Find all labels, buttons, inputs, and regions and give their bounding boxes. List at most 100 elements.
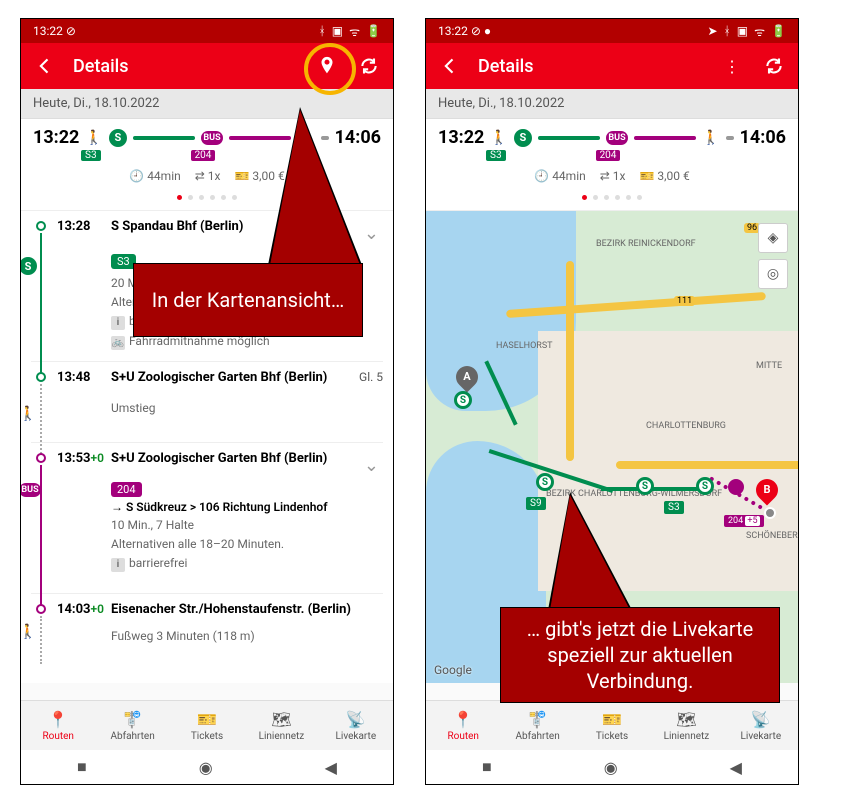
sbahn-icon: S <box>514 129 532 147</box>
nav-liniennetz[interactable]: 🗺Liniennetz <box>244 701 318 750</box>
segment-bus <box>634 136 696 140</box>
walk-icon: 🚶 <box>490 130 507 146</box>
refresh-button[interactable] <box>355 52 383 80</box>
segment-sbahn <box>538 136 600 140</box>
delay-badge: +0 <box>91 451 104 465</box>
map-toggle-button[interactable] <box>313 52 341 80</box>
map-end-dot <box>764 507 776 519</box>
back-button[interactable] <box>436 52 464 80</box>
nav-recent-icon[interactable]: ■ <box>482 757 492 777</box>
nav-home-icon[interactable]: ◉ <box>604 758 618 777</box>
nav-recent-icon[interactable]: ■ <box>77 757 87 777</box>
map-pin-start[interactable]: A <box>451 361 482 392</box>
nav-back-icon[interactable]: ◀ <box>325 758 337 777</box>
livemap-icon: 📡 <box>751 710 771 729</box>
departures-icon: 🚏 <box>528 710 548 729</box>
line-204-tag: 204 <box>596 150 621 161</box>
walk-icon: 🚶 <box>702 130 719 146</box>
status-time: 13:22 ⊘ ● <box>438 24 491 38</box>
itinerary-leg[interactable]: 14:03+0 Eisenacher Str./Hohenstaufenstr.… <box>21 594 393 652</box>
appbar-title: Details <box>73 56 299 77</box>
walk-mode-icon: 🚶 <box>21 624 36 640</box>
duration: 🕘 44min <box>129 169 180 183</box>
segment-walk <box>726 136 734 140</box>
duration: 🕘 44min <box>534 169 585 183</box>
line-label-s9: S9 <box>526 497 546 510</box>
platform: Gl. 5 <box>359 370 383 384</box>
nav-livekarte[interactable]: 📡Livekarte <box>319 701 393 750</box>
leg-time: 13:28 <box>57 219 111 357</box>
line-tag-204: 204 <box>111 482 142 497</box>
routes-icon: 📍 <box>453 710 473 729</box>
android-navbar: ■ ◉ ◀ <box>426 750 798 784</box>
app-bar: Details <box>21 43 393 89</box>
nav-tickets[interactable]: 🎫Tickets <box>575 701 649 750</box>
map-pin-end[interactable]: B <box>751 474 782 505</box>
map-sbahn-marker[interactable]: S <box>696 477 714 495</box>
trip-stats: 🕘 44min ⇄ 1x 🎫 3,00 € <box>438 161 786 191</box>
trip-summary[interactable]: 13:22 🚶 S BUS 🚶 14:06 S3 204 🕘 44min ⇄ 1… <box>426 119 798 211</box>
nav-livekarte[interactable]: 📡Livekarte <box>724 701 798 750</box>
line-s3-tag: S3 <box>486 150 506 161</box>
map-layers-button[interactable]: ◈ <box>758 223 788 253</box>
callout-text: … gibt's jetzt die Livekarte speziell zu… <box>500 607 780 703</box>
district-label: BEZIRK REINICKENDORF <box>596 239 696 249</box>
nav-abfahrten[interactable]: 🚏Abfahrten <box>500 701 574 750</box>
bus-icon: BUS <box>606 131 628 145</box>
transfers: ⇄ 1x <box>195 169 221 183</box>
status-icons: ᚼ ▣ ᯤ 🔋 <box>319 23 381 40</box>
expand-chevron-icon[interactable]: ⌄ <box>360 451 383 589</box>
line-label-204: 204 +5 <box>724 515 764 527</box>
district-label: HASELHORST <box>496 341 553 351</box>
sbahn-mode-icon: S <box>21 257 37 275</box>
bluetooth-icon: ᚼ <box>319 24 326 38</box>
info-icon: i <box>111 316 125 330</box>
nav-routen[interactable]: 📍Routen <box>21 701 95 750</box>
itinerary-leg[interactable]: 13:53+0 S+U Zoologischer Garten Bhf (Ber… <box>21 443 393 593</box>
more-button[interactable]: ⋮ <box>718 52 746 80</box>
nav-home-icon[interactable]: ◉ <box>199 758 213 777</box>
map-sbahn-marker[interactable]: S <box>536 473 554 491</box>
departures-icon: 🚏 <box>123 710 143 729</box>
transfer-label: Umstieg <box>111 385 383 418</box>
nav-back-icon[interactable]: ◀ <box>730 758 742 777</box>
callout-text: In der Kartenansicht… <box>133 263 363 337</box>
footpath: Fußweg 3 Minuten (118 m) <box>111 617 383 646</box>
nav-routen[interactable]: 📍Routen <box>426 701 500 750</box>
back-button[interactable] <box>31 52 59 80</box>
page-dots[interactable] <box>438 191 786 206</box>
date-bar: Heute, Di., 18.10.2022 <box>426 89 798 119</box>
map-sbahn-marker[interactable]: S <box>636 477 654 495</box>
refresh-button[interactable] <box>760 52 788 80</box>
line-s3-tag: S3 <box>81 150 101 161</box>
itinerary-leg[interactable]: 13:48 Gl. 5 S+U Zoologischer Garten Bhf … <box>21 362 393 442</box>
direction: → S Südkreuz > 106 Richtung Lindenhof <box>111 500 360 514</box>
route-sbahn <box>601 487 711 491</box>
nav-abfahrten[interactable]: 🚏Abfahrten <box>95 701 169 750</box>
cast-icon: ▣ <box>737 24 748 38</box>
stop-name: S+U Zoologischer Garten Bhf (Berlin) <box>111 451 360 466</box>
nav-liniennetz[interactable]: 🗺Liniennetz <box>649 701 723 750</box>
hwy-shield: 111 <box>674 296 695 306</box>
bottom-nav: 📍Routen 🚏Abfahrten 🎫Tickets 🗺Liniennetz … <box>426 700 798 750</box>
stop-name: S+U Zoologischer Garten Bhf (Berlin) <box>111 370 383 385</box>
bus-mode-icon: BUS <box>21 483 41 497</box>
wifi-icon: ᯤ <box>349 23 360 40</box>
nav-tickets[interactable]: 🎫Tickets <box>170 701 244 750</box>
map-locate-button[interactable]: ◎ <box>758 259 788 289</box>
expand-chevron-icon[interactable]: ⌄ <box>360 219 383 357</box>
leg-meta: 10 Min., 7 HalteAlternativen alle 18–20 … <box>111 514 360 574</box>
wifi-icon: ᯤ <box>754 23 765 40</box>
bluetooth-icon: ᚼ <box>724 24 731 38</box>
tickets-icon: 🎫 <box>197 710 217 729</box>
network-icon: 🗺 <box>676 710 696 729</box>
bus-marker[interactable] <box>728 479 744 495</box>
network-icon: 🗺 <box>271 710 291 729</box>
walk-icon: 🚶 <box>85 130 102 146</box>
district-label: CHARLOTTENBURG <box>646 421 726 431</box>
leg-time: 14:03+0 <box>57 602 111 648</box>
map-sbahn-marker[interactable]: S <box>454 391 472 409</box>
bike-icon: 🚲 <box>111 336 125 350</box>
status-icons: ➤ ᚼ ▣ ᯤ 🔋 <box>707 23 786 40</box>
routes-icon: 📍 <box>48 710 68 729</box>
